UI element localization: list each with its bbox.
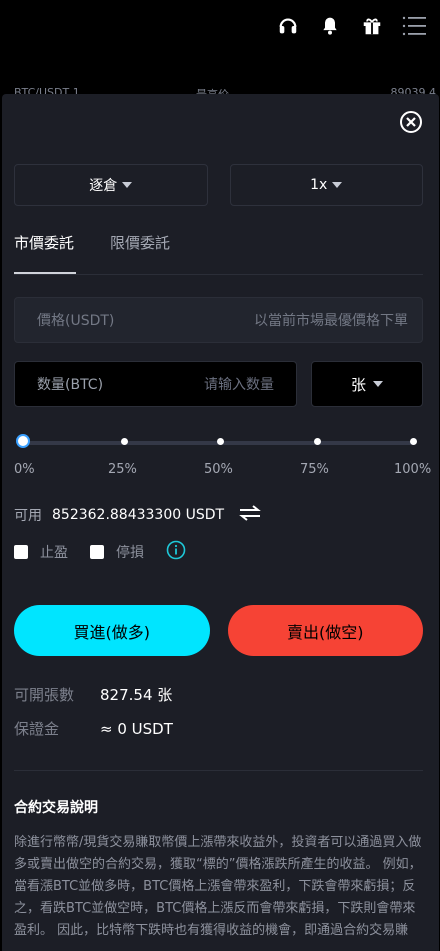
gift-icon[interactable] xyxy=(360,14,384,38)
take-profit-label: 止盈 xyxy=(40,545,68,561)
quantity-input[interactable]: 数量(BTC) 请输入数量 xyxy=(14,361,297,407)
leverage-select[interactable]: 1x xyxy=(229,164,423,206)
contract-explain-title: 合約交易說明 xyxy=(14,800,98,816)
close-button[interactable] xyxy=(399,110,423,138)
price-field-placeholder: 以當前市場最優價格下單 xyxy=(254,313,408,329)
openable-contracts: 可開張數 827.54 张 xyxy=(14,684,172,705)
stop-loss-label: 停損 xyxy=(116,545,144,561)
divider xyxy=(14,770,423,771)
available-label: 可用 xyxy=(14,508,42,524)
slider-stop-25[interactable] xyxy=(121,438,128,445)
top-icons xyxy=(276,14,426,38)
unit-label: 张 xyxy=(350,375,366,394)
slider-label-0: 0% xyxy=(14,462,35,477)
tab-limit-order[interactable]: 限價委託 xyxy=(110,232,170,253)
slider-label-50: 50% xyxy=(204,462,233,477)
slider-stop-75[interactable] xyxy=(314,438,321,445)
price-field[interactable]: 價格(USDT) 以當前市場最優價格下單 xyxy=(14,297,423,343)
openable-value: 827.54 张 xyxy=(100,686,173,704)
slider-stop-100[interactable] xyxy=(410,438,417,445)
openable-label: 可開張數 xyxy=(14,686,75,704)
margin-mode-label: 逐倉 xyxy=(89,178,118,194)
swap-icon[interactable] xyxy=(238,504,262,526)
slider-stop-50[interactable] xyxy=(217,438,224,445)
action-buttons: 買進(做多) 賣出(做空) xyxy=(14,605,423,656)
quantity-label: 数量(BTC) xyxy=(37,377,104,393)
margin-mode-select[interactable]: 逐倉 xyxy=(14,164,208,206)
quantity-slider[interactable]: 0% 25% 50% 75% 100% xyxy=(14,434,431,477)
buy-long-button[interactable]: 買進(做多) xyxy=(14,605,210,656)
contract-explain-body: 除進行幣幣/現貨交易賺取幣價上漲帶來收益外，投資者可以通過買入做多或賣出做空的合… xyxy=(14,835,422,938)
close-icon xyxy=(399,110,423,138)
slider-label-25: 25% xyxy=(108,462,137,477)
caret-down-icon xyxy=(122,182,133,188)
sell-short-button[interactable]: 賣出(做空) xyxy=(227,605,423,656)
slider-label-75: 75% xyxy=(300,462,329,477)
available-value: 852362.88433300 USDT xyxy=(52,507,225,523)
quantity-placeholder: 请输入数量 xyxy=(204,377,274,393)
available-balance: 可用 852362.88433300 USDT xyxy=(14,504,262,526)
unit-select[interactable]: 张 xyxy=(311,361,423,407)
tab-market-order[interactable]: 市價委託 xyxy=(14,232,74,253)
slider-handle[interactable] xyxy=(16,434,30,448)
stop-loss-checkbox[interactable] xyxy=(90,545,104,559)
stop-loss-toggle[interactable]: 停損 xyxy=(90,542,144,562)
quantity-row: 数量(BTC) 请输入数量 张 xyxy=(14,361,423,407)
leverage-label: 1x xyxy=(310,177,328,193)
caret-down-icon xyxy=(332,182,343,188)
slider-label-100: 100% xyxy=(394,462,432,477)
slider-labels: 0% 25% 50% 75% 100% xyxy=(14,462,433,478)
order-type-tabs: 市價委託 限價委託 xyxy=(14,232,423,275)
take-profit-toggle[interactable]: 止盈 xyxy=(14,542,68,562)
price-field-label: 價格(USDT) xyxy=(37,313,115,329)
top-bar xyxy=(0,0,440,95)
margin-amount: 保證金 ≈ 0 USDT xyxy=(14,718,173,739)
tp-sl-row: 止盈 停損 xyxy=(14,540,186,564)
margin-value: ≈ 0 USDT xyxy=(100,719,173,738)
menu-icon[interactable] xyxy=(402,14,426,38)
bell-icon[interactable] xyxy=(318,14,342,38)
caret-down-icon xyxy=(373,381,383,387)
active-tab-indicator xyxy=(14,272,76,274)
info-icon[interactable] xyxy=(166,540,186,564)
margin-label: 保證金 xyxy=(14,720,60,738)
take-profit-checkbox[interactable] xyxy=(14,545,28,559)
order-sheet: 逐倉 1x 市價委託 限價委託 價格(USDT) 以當前市場最優價格下單 数量(… xyxy=(2,94,439,951)
headset-icon[interactable] xyxy=(276,14,300,38)
mode-row: 逐倉 1x xyxy=(14,164,423,206)
